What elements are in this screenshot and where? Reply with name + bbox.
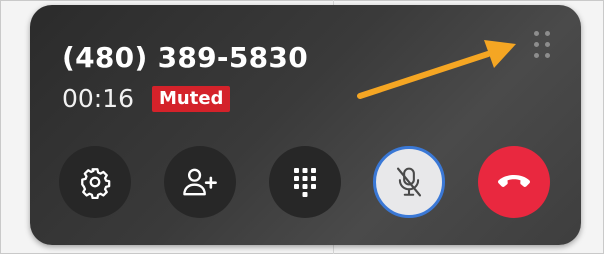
end-call-button[interactable] xyxy=(478,146,550,218)
gear-icon xyxy=(81,168,111,199)
phone-number: (480) 389-5830 xyxy=(62,41,308,74)
mute-toggle-button[interactable] xyxy=(373,146,445,218)
settings-button[interactable] xyxy=(59,146,131,218)
microphone-muted-icon xyxy=(396,167,422,197)
call-timer: 00:16 xyxy=(62,84,135,113)
add-person-icon xyxy=(183,168,217,196)
dialpad-icon xyxy=(294,168,316,197)
hang-up-icon xyxy=(498,175,530,187)
add-participant-button[interactable] xyxy=(164,146,236,218)
keypad-button[interactable] xyxy=(269,146,341,218)
drag-handle-icon[interactable] xyxy=(532,30,554,60)
muted-badge: Muted xyxy=(152,86,231,112)
